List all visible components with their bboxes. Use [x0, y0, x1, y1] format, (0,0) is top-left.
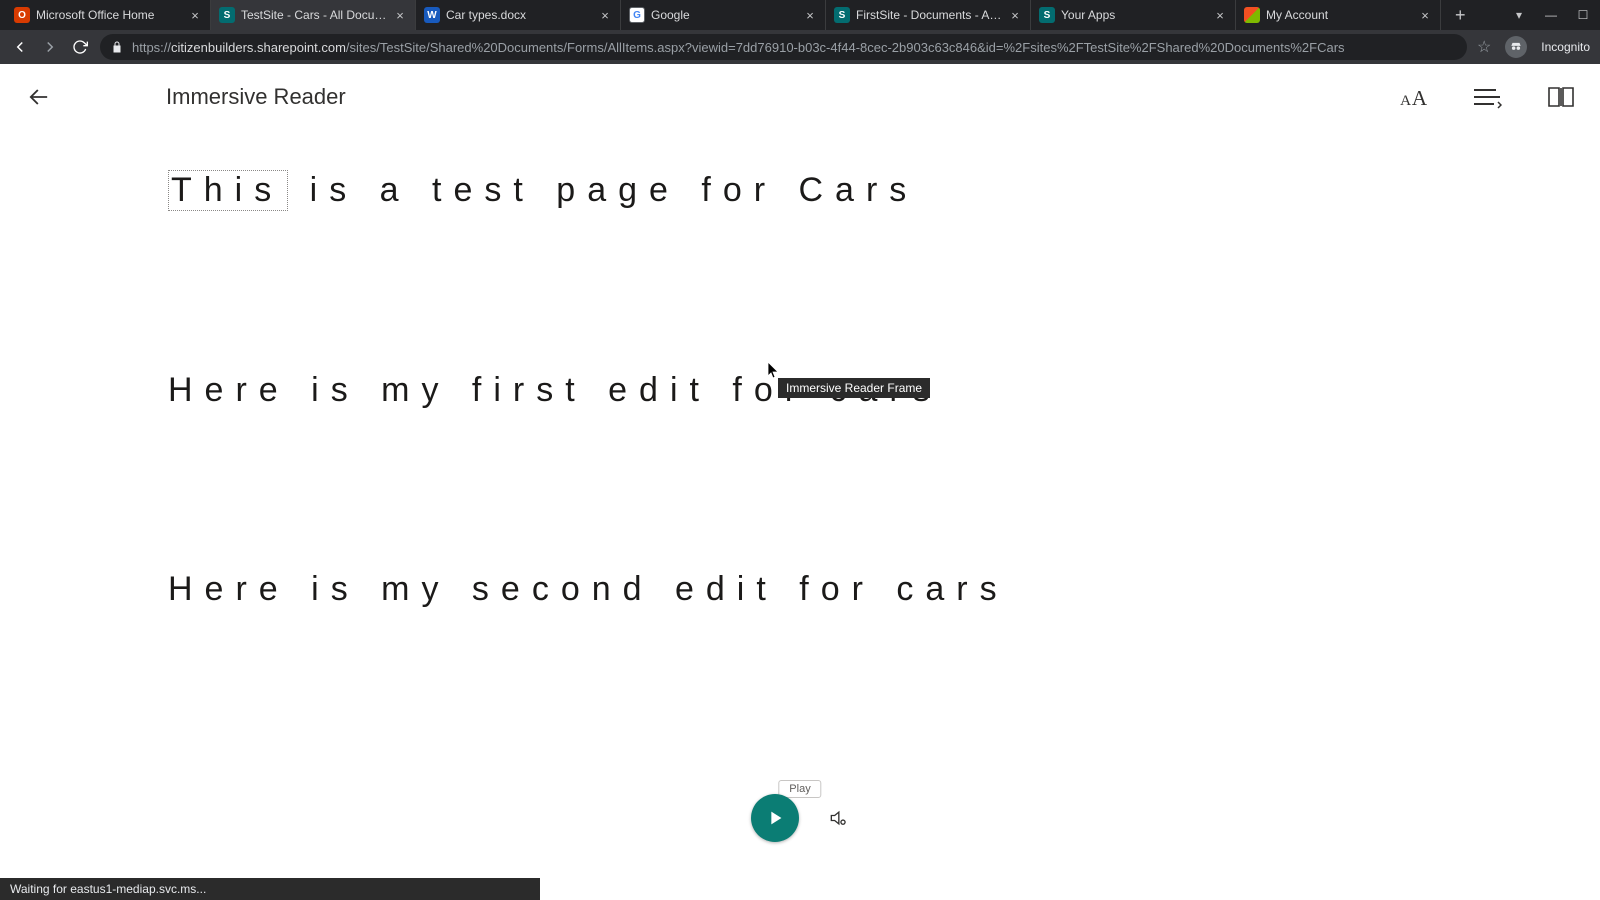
reader-tools: AA: [1396, 80, 1578, 114]
reader-content: This is a test page for Cars Here is my …: [0, 130, 1600, 609]
reader-title: Immersive Reader: [166, 84, 346, 110]
close-icon[interactable]: ×: [1213, 8, 1227, 22]
tab-strip: O Microsoft Office Home × S TestSite - C…: [0, 0, 1600, 30]
content-line-1: This is a test page for Cars: [168, 170, 1600, 211]
play-button[interactable]: [751, 794, 799, 842]
tab-your-apps[interactable]: S Your Apps ×: [1031, 0, 1236, 30]
reader-back-button[interactable]: [22, 80, 56, 114]
tab-office-home[interactable]: O Microsoft Office Home ×: [6, 0, 211, 30]
minimize-icon[interactable]: —: [1544, 8, 1558, 22]
back-button[interactable]: [10, 37, 30, 57]
sharepoint-favicon-icon: S: [1039, 7, 1055, 23]
tab-title: TestSite - Cars - All Documents: [241, 8, 387, 22]
close-icon[interactable]: ×: [803, 8, 817, 22]
office-favicon-icon: O: [14, 7, 30, 23]
svg-text:A: A: [1412, 86, 1427, 110]
browser-chrome: O Microsoft Office Home × S TestSite - C…: [0, 0, 1600, 64]
address-bar[interactable]: https://citizenbuilders.sharepoint.com/s…: [100, 34, 1467, 60]
voice-settings-button[interactable]: [827, 807, 849, 829]
tab-title: Car types.docx: [446, 8, 592, 22]
url-text: https://citizenbuilders.sharepoint.com/s…: [132, 40, 1345, 55]
text-preferences-button[interactable]: AA: [1396, 80, 1430, 114]
tab-title: My Account: [1266, 8, 1412, 22]
tab-testsite-cars[interactable]: S TestSite - Cars - All Documents ×: [211, 0, 416, 30]
tab-title: Google: [651, 8, 797, 22]
reader-player: [0, 794, 1600, 842]
tab-my-account[interactable]: My Account ×: [1236, 0, 1441, 30]
sharepoint-favicon-icon: S: [834, 7, 850, 23]
incognito-label: Incognito: [1541, 40, 1590, 54]
grammar-options-button[interactable]: [1470, 80, 1504, 114]
reload-button[interactable]: [70, 37, 90, 57]
sharepoint-favicon-icon: S: [219, 7, 235, 23]
word-favicon-icon: W: [424, 7, 440, 23]
immersive-reader-header: Immersive Reader AA: [0, 64, 1600, 130]
tab-title: Microsoft Office Home: [36, 8, 182, 22]
new-tab-button[interactable]: +: [1449, 6, 1472, 24]
tab-firstsite-docs[interactable]: S FirstSite - Documents - All Docu ×: [826, 0, 1031, 30]
chevron-down-icon[interactable]: ▾: [1512, 8, 1526, 22]
address-row: https://citizenbuilders.sharepoint.com/s…: [0, 30, 1600, 64]
highlighted-word: This: [168, 170, 288, 211]
tab-google[interactable]: G Google ×: [621, 0, 826, 30]
reading-preferences-button[interactable]: [1544, 80, 1578, 114]
content-line-3: Here is my second edit for cars: [168, 570, 1600, 609]
tab-car-types-doc[interactable]: W Car types.docx ×: [416, 0, 621, 30]
forward-button[interactable]: [40, 37, 60, 57]
incognito-avatar-icon[interactable]: [1505, 36, 1527, 58]
tab-title: FirstSite - Documents - All Docu: [856, 8, 1002, 22]
bookmark-star-icon[interactable]: ☆: [1477, 37, 1491, 57]
close-icon[interactable]: ×: [1418, 8, 1432, 22]
browser-status-bar: Waiting for eastus1-mediap.svc.ms...: [0, 878, 540, 900]
google-favicon-icon: G: [629, 7, 645, 23]
close-icon[interactable]: ×: [1008, 8, 1022, 22]
lock-icon: [110, 40, 124, 54]
content-text: is a test page for Cars: [288, 171, 918, 209]
svg-text:A: A: [1400, 92, 1411, 109]
microsoft-favicon-icon: [1244, 7, 1260, 23]
maximize-icon[interactable]: ☐: [1576, 8, 1590, 22]
window-controls: ▾ — ☐: [1512, 8, 1600, 22]
close-icon[interactable]: ×: [188, 8, 202, 22]
tab-title: Your Apps: [1061, 8, 1207, 22]
close-icon[interactable]: ×: [598, 8, 612, 22]
hover-tooltip: Immersive Reader Frame: [778, 378, 930, 398]
close-icon[interactable]: ×: [393, 8, 407, 22]
